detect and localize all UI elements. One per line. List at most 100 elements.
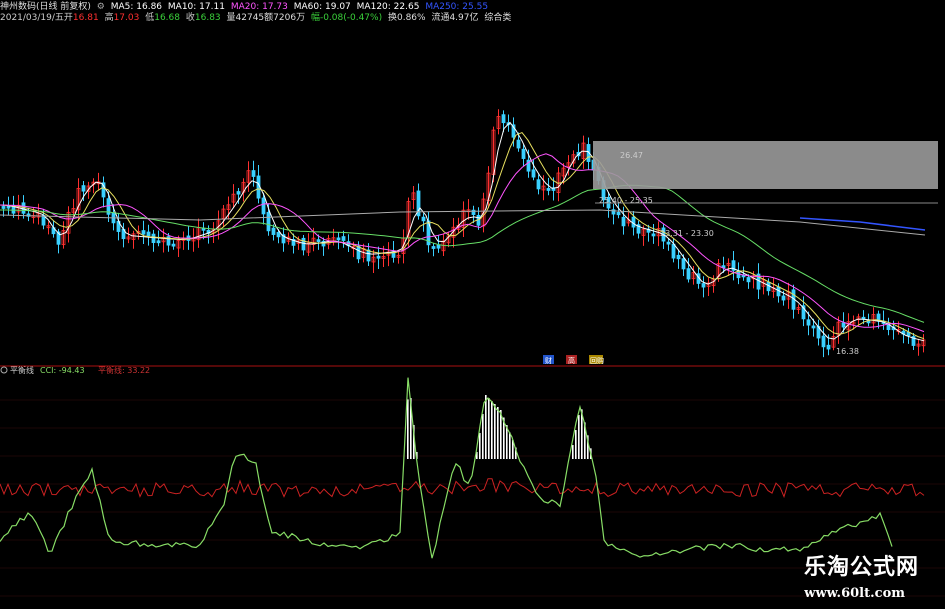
turnover-label: 换0.86% xyxy=(387,13,426,23)
candle-body xyxy=(821,335,826,348)
candle-body xyxy=(676,254,681,260)
box-top-label: 26.47 xyxy=(620,151,643,160)
candle-body xyxy=(436,244,441,249)
amount-label: 额7206万 xyxy=(264,13,306,23)
ma120-label: MA120: 22.65 xyxy=(356,2,420,12)
open-value: 16.81 xyxy=(72,13,99,23)
candle-body xyxy=(156,240,161,244)
candle-body xyxy=(746,277,751,283)
resistance-box xyxy=(593,141,938,189)
float-cap-label: 流通4.97亿 xyxy=(431,13,479,23)
balance-line xyxy=(0,478,925,499)
stock-name[interactable]: 神州数码(日线 前复权) xyxy=(0,2,91,12)
low-value: 16.68 xyxy=(154,13,180,23)
watermark-url: www.60lt.com xyxy=(804,586,905,601)
indicator-name: 平衡线 xyxy=(10,365,34,375)
ma60-label: MA60: 19.07 xyxy=(293,2,351,12)
candle-body xyxy=(261,197,266,215)
settings-icon[interactable]: ⚙ xyxy=(97,2,105,12)
histogram-bar xyxy=(482,414,484,459)
histogram-bar xyxy=(407,399,409,459)
candle-body xyxy=(651,233,656,237)
date-label: 2021/03/19/五 xyxy=(0,13,64,23)
ma60-line xyxy=(0,184,925,323)
balance-value-label: 平衡线: 33.22 xyxy=(98,365,150,375)
indicator-histogram xyxy=(407,395,592,459)
candle-body xyxy=(616,212,621,216)
candle-body xyxy=(141,230,146,235)
histogram-bar xyxy=(575,430,577,459)
histogram-bar xyxy=(485,395,487,459)
low-price-label: 16.38 xyxy=(836,347,859,356)
histogram-bar xyxy=(509,432,511,459)
candle-body xyxy=(686,268,691,280)
candle-body xyxy=(301,237,306,251)
candle-body xyxy=(356,245,361,260)
info-tag[interactable]: 综合类 xyxy=(484,13,511,23)
watermark-title: 乐淘公式网 xyxy=(803,554,919,580)
candle-body xyxy=(546,188,551,191)
candle-body xyxy=(81,185,86,192)
candle-body xyxy=(421,216,426,222)
candle-body xyxy=(276,231,281,238)
candle-body xyxy=(336,237,341,241)
candle-body xyxy=(781,295,786,301)
event-tags: 财 高 回购 xyxy=(543,355,604,365)
ma5-label: MA5: 16.86 xyxy=(110,2,163,12)
candle-body xyxy=(536,179,541,190)
histogram-bar xyxy=(494,404,496,459)
change-label: 幅-0.08(-0.47%) xyxy=(310,13,383,23)
histogram-bar xyxy=(491,401,493,459)
histogram-bar xyxy=(578,415,580,459)
low-label: 低 xyxy=(145,13,155,23)
candle-body xyxy=(151,233,156,244)
candle-body xyxy=(271,227,276,235)
indicator-menu-icon[interactable] xyxy=(0,366,8,374)
candle-body xyxy=(826,344,831,350)
candle-body xyxy=(681,258,686,270)
candle-body xyxy=(1,206,6,209)
cci-value-label: CCI: -94.43 xyxy=(40,366,85,375)
candle-body xyxy=(501,114,506,124)
candle-body xyxy=(366,249,371,262)
candle-body xyxy=(516,139,521,149)
histogram-bar xyxy=(488,398,490,459)
candle-body xyxy=(521,148,526,159)
candle-body xyxy=(316,239,321,243)
quote-info-row: 2021/03/19/五开16.81 高17.03 低16.68 收16.83 … xyxy=(0,12,514,24)
candle-body xyxy=(811,325,816,329)
event-tag-2: 回购 xyxy=(590,356,604,365)
candle-body xyxy=(671,243,676,259)
event-tag-0: 财 xyxy=(545,356,552,365)
mid-price-label: 23.31 - 23.30 xyxy=(660,229,714,238)
candle-body xyxy=(376,255,381,259)
candle-body xyxy=(531,169,536,178)
ma250-label: MA250: 25.55 xyxy=(425,2,489,12)
histogram-bar xyxy=(497,407,499,459)
candle-body xyxy=(701,283,706,288)
candle-body xyxy=(666,241,671,245)
candle-body xyxy=(621,216,626,227)
histogram-bar xyxy=(479,433,481,459)
close-label: 收 xyxy=(185,13,195,23)
ma10-label: MA10: 17.11 xyxy=(167,2,225,12)
open-label: 开 xyxy=(63,13,73,23)
candle-body xyxy=(841,322,846,328)
histogram-bar xyxy=(572,445,574,459)
chart-canvas: 26.47 25.40 - 25.35 23.31 - 23.30 16.38 … xyxy=(0,109,945,597)
high-label: 高 xyxy=(104,13,114,23)
histogram-bar xyxy=(500,410,502,459)
candle-body xyxy=(171,243,176,247)
candle-body xyxy=(251,170,256,177)
histogram-bar xyxy=(506,425,508,459)
candle-body xyxy=(341,236,346,241)
close-value: 16.83 xyxy=(194,13,221,23)
ma20-label: MA20: 17.73 xyxy=(230,2,288,12)
event-tag-1: 高 xyxy=(568,356,575,365)
high-value: 17.03 xyxy=(113,13,140,23)
candle-body xyxy=(806,319,811,326)
candle-body xyxy=(146,231,151,237)
candle-body xyxy=(266,211,271,232)
candle-body xyxy=(431,246,436,249)
cci-line xyxy=(0,377,893,559)
